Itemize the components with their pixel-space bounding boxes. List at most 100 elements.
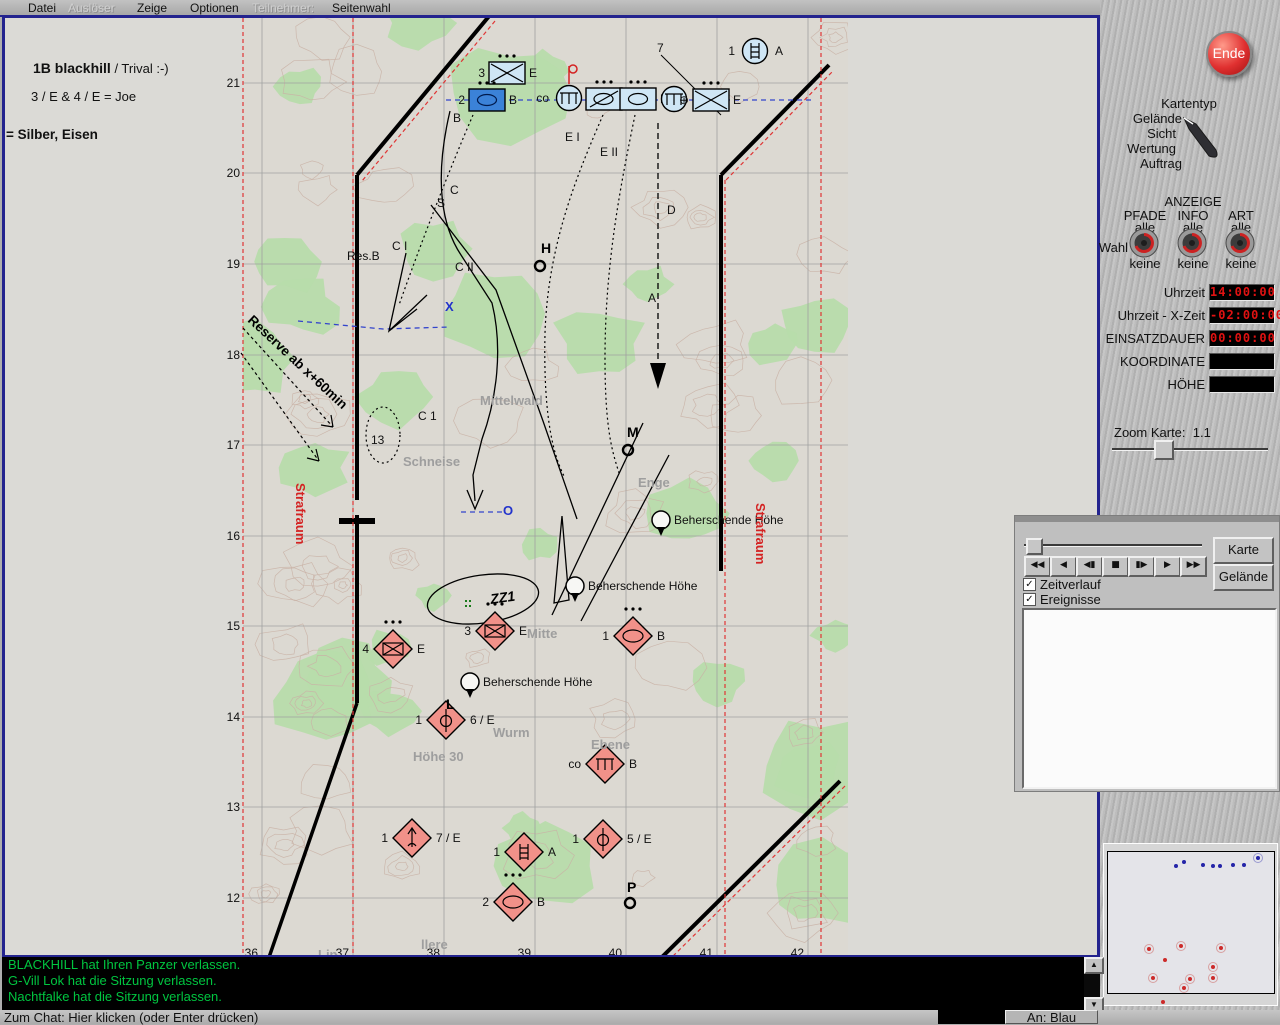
status-bar: Zum Chat: Hier klicken (oder Enter drück… xyxy=(0,1010,1280,1025)
label-mitte: Mitte xyxy=(527,626,557,641)
label-llere: llere xyxy=(421,937,448,952)
pin-label: Beherschende Höhe xyxy=(483,675,593,689)
x-zeit-label: Uhrzeit - X-Zeit xyxy=(1117,308,1205,323)
label-lin: Lin xyxy=(318,947,338,955)
label-b: B xyxy=(453,111,461,125)
chat-line: G-Vill Lok hat die Sitzung verlassen. xyxy=(8,973,217,988)
grid-label-y: 20 xyxy=(227,166,241,180)
koordinate-value xyxy=(1209,353,1275,370)
grid-label-y: 16 xyxy=(227,529,241,543)
chat-input-hint[interactable]: Zum Chat: Hier klicken (oder Enter drück… xyxy=(4,1010,258,1025)
minimap-unit-dot xyxy=(1161,1000,1165,1004)
unit-id-label: 2 xyxy=(458,93,465,107)
ereignisse-label: Ereignisse xyxy=(1040,592,1101,607)
stop-button[interactable]: ■ xyxy=(1102,556,1129,577)
minimap-unit-dot xyxy=(1148,973,1158,983)
time-slider-track[interactable] xyxy=(1024,544,1202,547)
time-slider-thumb[interactable] xyxy=(1026,538,1043,555)
label-c-ii: C II xyxy=(455,260,474,274)
unit-designation-label: E xyxy=(519,624,527,638)
forward-fast-button[interactable]: ▶▶ xyxy=(1180,556,1207,577)
minimap-unit-dot xyxy=(1144,944,1154,954)
minimap-unit-dot xyxy=(1185,974,1195,984)
team-name: 1B blackhill xyxy=(33,60,111,76)
unit-id-label: 1 xyxy=(602,629,609,643)
unit-id-label: 1 xyxy=(572,832,579,846)
label-o-blue: O xyxy=(503,503,513,518)
team-suffix: / Trival :-) xyxy=(114,61,169,76)
grid-label-x: 40 xyxy=(609,946,623,955)
chat-line: BLACKHILL hat Ihren Panzer verlassen. xyxy=(8,957,241,972)
gelaende-button[interactable]: Gelände xyxy=(1213,564,1274,591)
pfade-keine-label: keine xyxy=(1129,256,1161,271)
chat-scrollbar[interactable]: ▲ ▼ xyxy=(1084,957,1104,1014)
zeitverlauf-checkbox[interactable]: ✓ xyxy=(1023,578,1036,591)
grid-label-y: 17 xyxy=(227,438,241,452)
chat-recipient-button[interactable]: An: Blau xyxy=(1005,1010,1098,1024)
label-x-blue: X xyxy=(445,299,454,314)
grid-label-x: 41 xyxy=(700,946,714,955)
rewind-fast-button[interactable]: ◀◀ xyxy=(1024,556,1051,577)
art-knob[interactable] xyxy=(1224,227,1256,259)
menu-datei[interactable]: Datei xyxy=(28,1,56,15)
chat-log[interactable]: BLACKHILL hat Ihren Panzer verlassen. G-… xyxy=(2,957,1084,1010)
unit-designation-label: B xyxy=(629,757,637,771)
zeitverlauf-label: Zeitverlauf xyxy=(1040,577,1101,592)
grid-label-y: 12 xyxy=(227,891,241,905)
unit-designation-label: A xyxy=(775,44,783,58)
grid-label-y: 14 xyxy=(227,710,241,724)
art-keine-label: keine xyxy=(1225,256,1257,271)
minimap-unit-dot xyxy=(1174,864,1178,868)
step-forward-button[interactable]: ▮▶ xyxy=(1128,556,1155,577)
info-knob[interactable] xyxy=(1176,227,1208,259)
unit-designation-label: 6 / E xyxy=(470,713,495,727)
grid-label-y: 21 xyxy=(227,76,241,90)
unit-id-label: 1 xyxy=(728,44,735,58)
menu-seitenwahl[interactable]: Seitenwahl xyxy=(332,1,391,15)
uhrzeit-value: 14:00:00 xyxy=(1209,284,1276,301)
label-enge: Enge xyxy=(638,475,670,490)
menu-optionen[interactable]: Optionen xyxy=(190,1,239,15)
map-canvas[interactable]: 3637383940414221201918171615141312 xyxy=(5,18,1097,955)
grid-label-y: 19 xyxy=(227,257,241,271)
minimap[interactable] xyxy=(1103,843,1278,1006)
minimap-inner xyxy=(1107,851,1275,994)
zoom-karte-label: Zoom Karte: 1.1 xyxy=(1114,425,1211,440)
scroll-up-icon[interactable]: ▲ xyxy=(1084,957,1104,974)
karte-button[interactable]: Karte xyxy=(1213,537,1274,564)
step-back-button[interactable]: ◀▮ xyxy=(1076,556,1103,577)
play-button[interactable]: ▶ xyxy=(1154,556,1181,577)
minimap-unit-dot xyxy=(1201,863,1205,867)
pfade-knob[interactable] xyxy=(1128,227,1160,259)
grid-label-x: 42 xyxy=(791,946,805,955)
label-e-ii: E II xyxy=(600,145,618,159)
knob-group xyxy=(1128,227,1256,259)
status-spacer xyxy=(938,1010,1005,1024)
unit-designation-label: 7 / E xyxy=(436,831,461,845)
label-m: M xyxy=(627,424,639,440)
chat-line: Nachtfalke hat die Sitzung verlassen. xyxy=(8,989,222,1004)
minimap-unit-dot xyxy=(1208,962,1218,972)
rewind-button[interactable]: ◀ xyxy=(1050,556,1077,577)
label-mittelwald: Mittelwald xyxy=(480,393,543,408)
unit-designation-label: E xyxy=(733,93,741,107)
ereignisse-checkbox[interactable]: ✓ xyxy=(1023,593,1036,606)
zoom-slider-track[interactable] xyxy=(1112,448,1268,451)
label-e-i: E I xyxy=(565,130,580,144)
zoom-slider-thumb[interactable] xyxy=(1154,440,1174,460)
label-a: A xyxy=(648,291,656,305)
unit-id-label: ⊕ xyxy=(679,93,689,107)
event-listbox[interactable] xyxy=(1022,608,1277,789)
grid-label-x: 36 xyxy=(245,946,259,955)
menu-zeige[interactable]: Zeige xyxy=(137,1,167,15)
unit-id-label: 2 xyxy=(482,895,489,909)
minimap-unit-dot xyxy=(1211,864,1215,868)
minimap-unit-dot xyxy=(1216,943,1226,953)
label-h: H xyxy=(541,240,551,256)
hoehe-label: HÖHE xyxy=(1167,377,1205,392)
uhrzeit-label: Uhrzeit xyxy=(1163,285,1205,300)
label-ebene: Ebene xyxy=(591,737,630,752)
unit-designation-label: 5 / E xyxy=(627,832,652,846)
minimap-unit-dot xyxy=(1208,973,1218,983)
minimap-unit-dot xyxy=(1179,983,1189,993)
